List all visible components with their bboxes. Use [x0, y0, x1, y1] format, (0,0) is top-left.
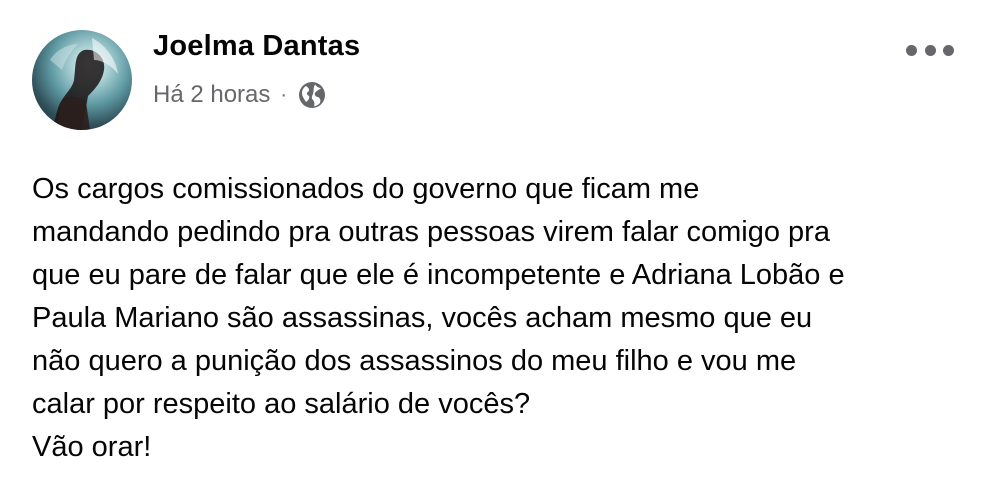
post-text-line: Paula Mariano são assassinas, vocês acha…	[32, 302, 813, 334]
post-timestamp[interactable]: Há 2 horas	[153, 81, 270, 109]
post-text-line: não quero a punição dos assassinos do me…	[32, 345, 797, 377]
facebook-post: Joelma Dantas Há 2 horas · Os cargos com…	[0, 0, 1000, 482]
post-text-line: Os cargos comissionados do governo que f…	[32, 173, 700, 205]
more-options-button[interactable]	[906, 36, 954, 64]
author-name[interactable]: Joelma Dantas	[153, 30, 360, 63]
globe-icon[interactable]	[297, 80, 327, 110]
avatar-photo-icon	[50, 38, 118, 130]
post-text-line: que eu pare de falar que ele é incompete…	[32, 259, 845, 291]
post-text-line: Vão orar!	[32, 431, 152, 463]
post-text: Os cargos comissionados do governo que f…	[32, 168, 972, 469]
post-text-line: calar por respeito ao salário de vocês?	[32, 388, 531, 420]
post-text-line: mandando pedindo pra outras pessoas vire…	[32, 216, 830, 248]
more-dot-icon	[906, 44, 917, 56]
meta-separator: ·	[280, 83, 288, 106]
more-dot-icon	[924, 44, 936, 56]
more-dot-icon	[943, 44, 954, 56]
post-meta: Há 2 horas ·	[153, 80, 327, 110]
author-avatar[interactable]	[32, 30, 132, 130]
